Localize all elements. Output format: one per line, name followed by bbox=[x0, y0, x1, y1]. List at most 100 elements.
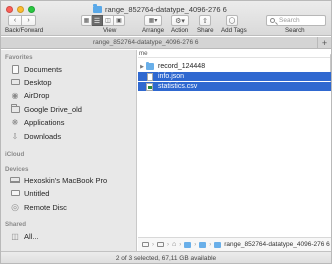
share-label: Share bbox=[197, 27, 214, 34]
documents-icon bbox=[10, 64, 20, 74]
disk-icon bbox=[10, 188, 20, 198]
gallery-view-button[interactable]: ▣ bbox=[114, 15, 125, 26]
search-icon bbox=[270, 18, 275, 23]
file-row-record[interactable]: ▶ record_124448 bbox=[138, 61, 331, 71]
list-view-button[interactable]: ☰ bbox=[92, 15, 103, 26]
arrange-group: ▦▾ bbox=[144, 15, 162, 26]
view-mode-group: ▦ ☰ ◫ ▣ bbox=[81, 15, 125, 26]
sidebar-item-untitled[interactable]: Untitled bbox=[10, 188, 49, 198]
forward-button[interactable]: › bbox=[22, 15, 36, 26]
disk-icon[interactable] bbox=[142, 242, 149, 247]
add-tags-button[interactable]: ◯ bbox=[226, 15, 238, 26]
close-window-button[interactable] bbox=[6, 6, 13, 13]
add-tags-label: Add Tags bbox=[221, 27, 247, 34]
folder-icon bbox=[146, 61, 154, 70]
file-name: record_124448 bbox=[158, 63, 206, 70]
sidebar-header-shared: Shared bbox=[5, 221, 26, 228]
chevron-right-icon: › bbox=[194, 241, 197, 248]
folder-icon bbox=[214, 241, 222, 248]
folder-icon bbox=[93, 4, 102, 13]
file-list: me ▶ record_124448 info.json statistics.… bbox=[138, 50, 331, 255]
chevron-right-icon: › bbox=[209, 241, 212, 248]
disc-icon: ◎ bbox=[11, 201, 19, 212]
chevron-right-icon: › bbox=[27, 17, 30, 24]
chevron-left-icon: ‹ bbox=[13, 17, 17, 24]
downloads-icon: ⇩ bbox=[11, 131, 19, 141]
laptop-icon bbox=[10, 175, 20, 185]
sidebar-item-label: Desktop bbox=[24, 77, 52, 87]
back-button[interactable]: ‹ bbox=[8, 15, 22, 26]
columns-icon: ◫ bbox=[105, 18, 111, 24]
home-icon[interactable]: ⌂ bbox=[172, 241, 176, 248]
disk-icon[interactable] bbox=[157, 242, 164, 247]
sidebar-item-remote-disc[interactable]: ◎ Remote Disc bbox=[10, 202, 67, 212]
path-current[interactable]: range_852764-datatype_4096-276 6 bbox=[224, 241, 330, 248]
search-input[interactable]: Search bbox=[266, 15, 326, 26]
sidebar-item-macbook-pro[interactable]: Hexoskin's MacBook Pro bbox=[10, 175, 107, 185]
tag-icon: ◯ bbox=[228, 18, 236, 24]
action-button[interactable]: ⚙▾ bbox=[171, 15, 189, 26]
file-row-info-json[interactable]: info.json bbox=[138, 72, 331, 81]
minimize-window-button[interactable] bbox=[17, 6, 24, 13]
window-title: range_852764-datatype_4096-276 6 bbox=[93, 4, 273, 14]
column-view-button[interactable]: ◫ bbox=[103, 15, 114, 26]
add-tab-button[interactable]: + bbox=[317, 37, 331, 49]
sidebar-header-devices: Devices bbox=[5, 166, 29, 173]
file-icon bbox=[147, 72, 153, 81]
column-header-name[interactable]: me bbox=[138, 50, 331, 58]
desktop-icon bbox=[10, 77, 20, 87]
sidebar-item-applications[interactable]: ❋ Applications bbox=[10, 117, 65, 127]
sidebar-header-favorites: Favorites bbox=[5, 54, 33, 61]
folder-icon[interactable] bbox=[199, 241, 207, 248]
sidebar-item-label: Remote Disc bbox=[24, 202, 67, 212]
icon-view-button[interactable]: ▦ bbox=[81, 15, 92, 26]
sidebar-item-airdrop[interactable]: ◉ AirDrop bbox=[10, 90, 50, 100]
sidebar-item-label: Downloads bbox=[24, 131, 62, 141]
airdrop-icon: ◉ bbox=[11, 90, 19, 100]
sidebar-item-documents[interactable]: Documents bbox=[10, 64, 62, 74]
gear-icon: ⚙▾ bbox=[175, 17, 185, 25]
gallery-icon: ▣ bbox=[116, 18, 122, 24]
arrange-button[interactable]: ▦▾ bbox=[144, 15, 162, 26]
share-icon: ⇧ bbox=[202, 17, 208, 25]
file-name: info.json bbox=[158, 73, 185, 80]
file-name: statistics.csv bbox=[158, 83, 198, 90]
action-label: Action bbox=[171, 27, 189, 34]
sidebar-item-downloads[interactable]: ⇩ Downloads bbox=[10, 131, 61, 141]
tab-title[interactable]: range_852764-datatype_4096-276 6 bbox=[93, 39, 199, 46]
chevron-right-icon: › bbox=[152, 241, 154, 248]
sidebar-item-label: AirDrop bbox=[24, 90, 50, 100]
chevron-right-icon: › bbox=[167, 241, 169, 248]
path-bar: › › ⌂ › › › range_852764-datatype_4096-2… bbox=[138, 237, 331, 251]
toolbar: range_852764-datatype_4096-276 6 ‹ › Bac… bbox=[1, 1, 331, 36]
folder-icon bbox=[10, 103, 20, 114]
network-icon: ◫ bbox=[11, 231, 19, 241]
sidebar-item-desktop[interactable]: Desktop bbox=[10, 77, 52, 87]
sidebar-item-label: Hexoskin's MacBook Pro bbox=[24, 175, 108, 185]
arrange-label: Arrange bbox=[142, 27, 165, 34]
share-group: ⇧ bbox=[199, 15, 211, 26]
action-group: ⚙▾ bbox=[171, 15, 189, 26]
finder-window: range_852764-datatype_4096-276 6 ‹ › Bac… bbox=[0, 0, 332, 264]
zoom-window-button[interactable] bbox=[28, 6, 35, 13]
folder-icon[interactable] bbox=[184, 241, 192, 248]
sidebar-item-label: Applications bbox=[24, 117, 65, 127]
sidebar-item-google-drive-old[interactable]: Google Drive_old bbox=[10, 103, 82, 114]
chevron-right-icon: › bbox=[179, 241, 182, 248]
window-title-text: range_852764-datatype_4096-276 6 bbox=[105, 4, 227, 14]
list-icon: ☰ bbox=[93, 17, 101, 25]
search-placeholder: Search bbox=[279, 17, 300, 24]
sidebar-item-label: Documents bbox=[24, 64, 62, 74]
file-row-statistics-csv[interactable]: statistics.csv bbox=[138, 82, 331, 91]
spreadsheet-icon bbox=[146, 82, 153, 91]
sidebar-item-all[interactable]: ◫ All... bbox=[10, 231, 39, 241]
grid-icon: ▦ bbox=[83, 18, 90, 24]
add-tags-group: ◯ bbox=[226, 15, 238, 26]
sidebar-item-label: All... bbox=[24, 231, 39, 241]
status-bar: 2 of 3 selected, 67,11 GB available bbox=[1, 251, 331, 263]
sidebar-item-label: Google Drive_old bbox=[24, 104, 82, 114]
disclosure-triangle-icon[interactable]: ▶ bbox=[138, 64, 146, 70]
tab-bar: range_852764-datatype_4096-276 6 + bbox=[1, 37, 331, 49]
share-button[interactable]: ⇧ bbox=[199, 15, 211, 26]
sidebar-item-label: Untitled bbox=[24, 188, 50, 198]
